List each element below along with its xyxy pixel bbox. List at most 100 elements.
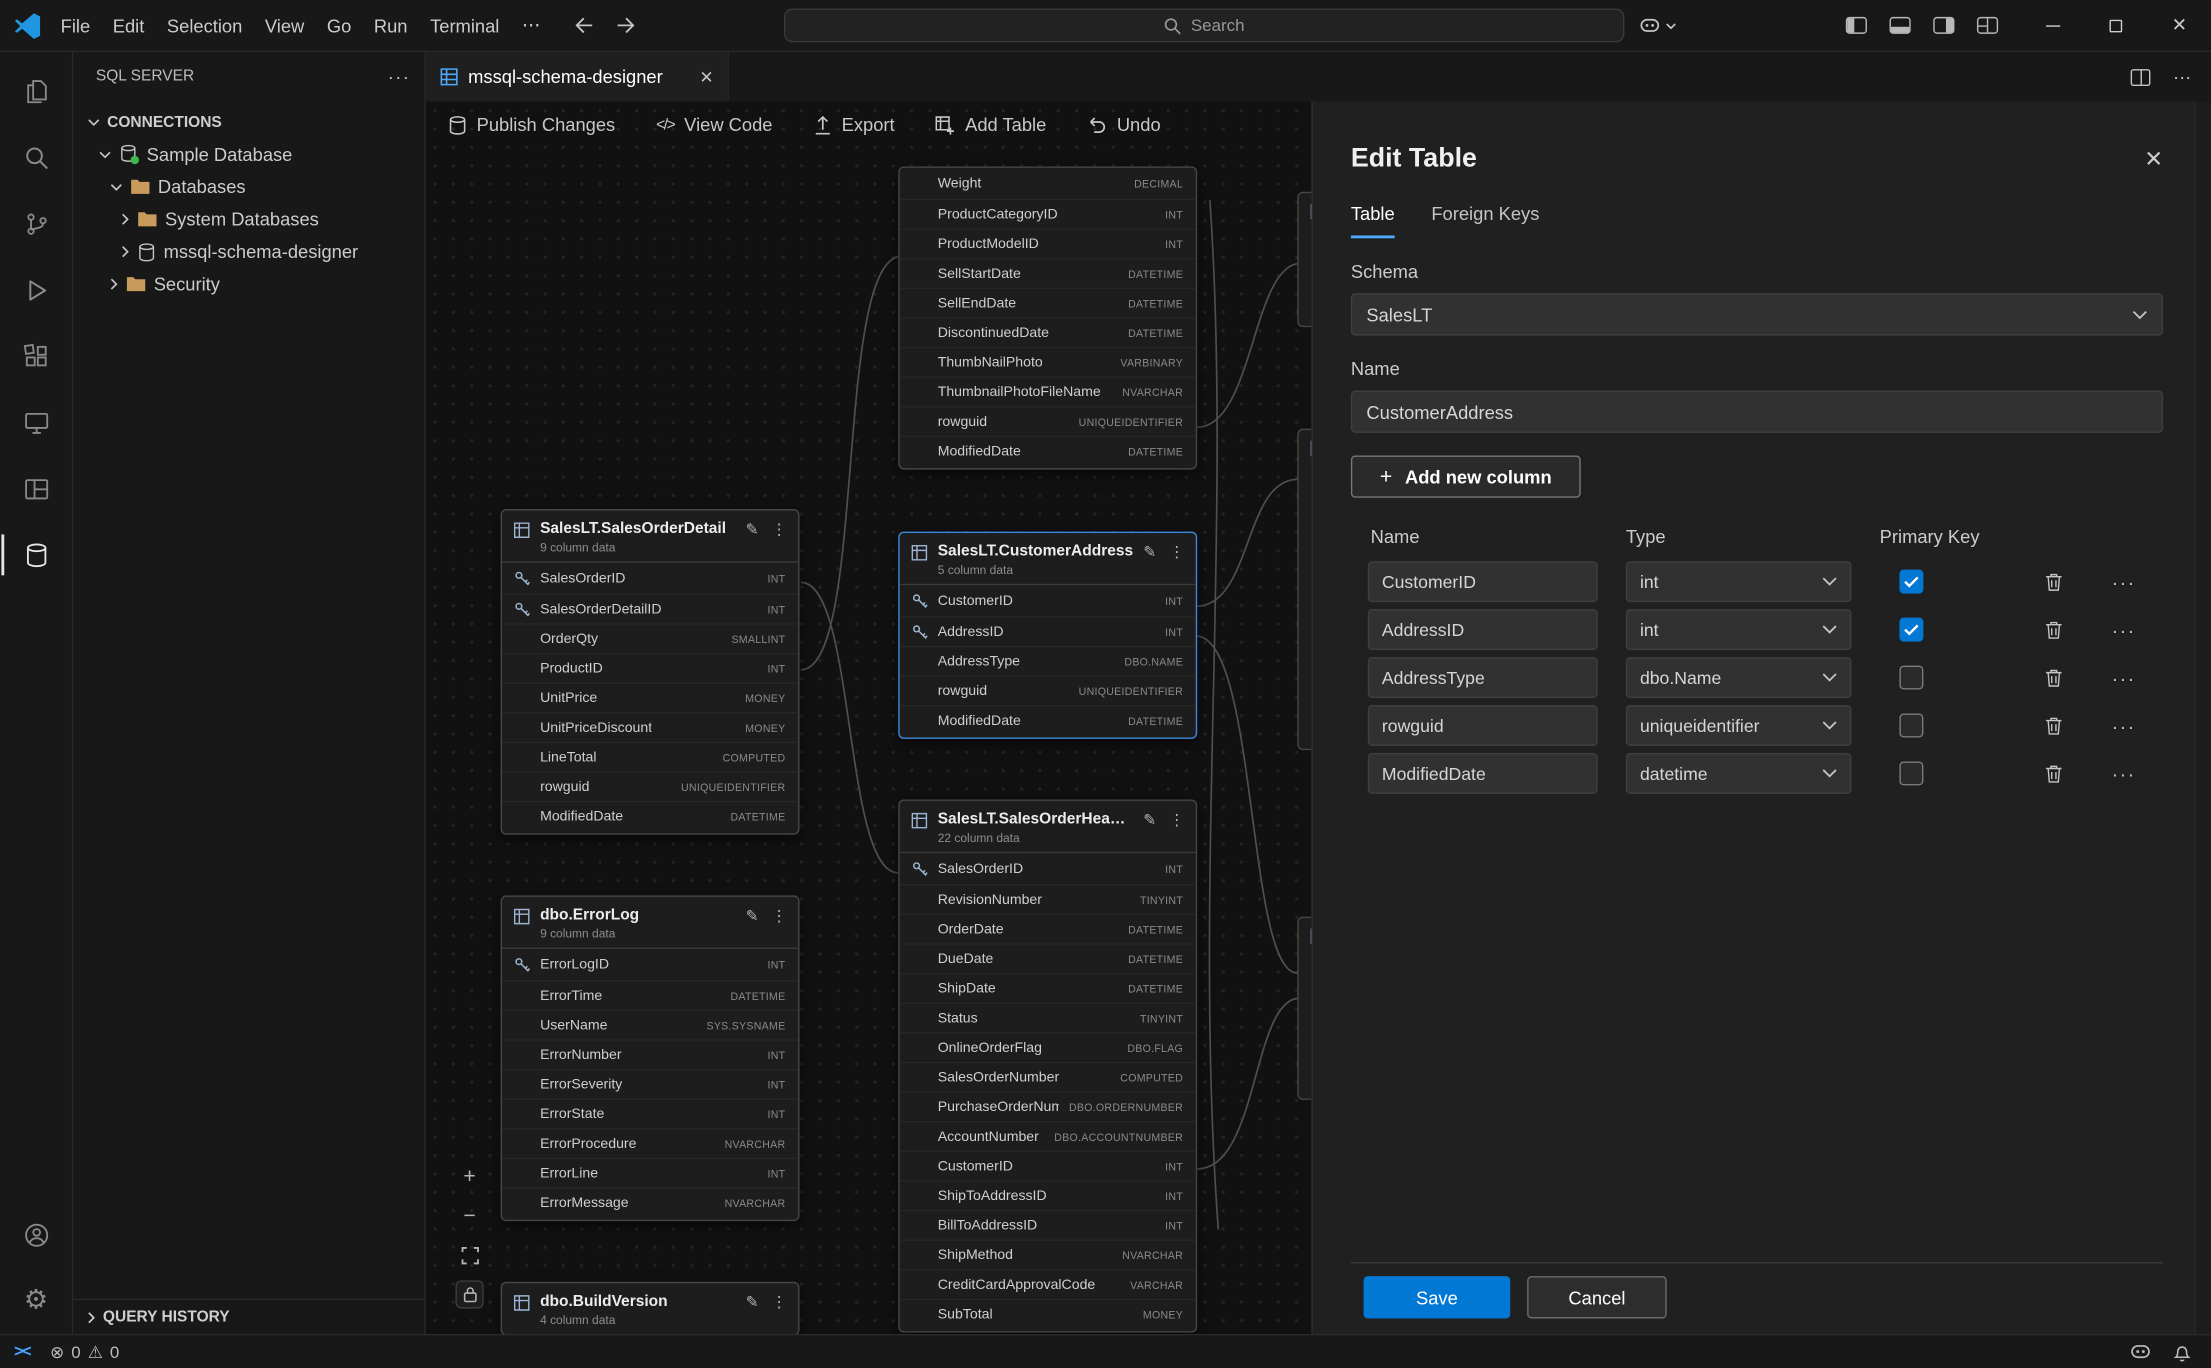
menu-more[interactable]: ⋯ — [511, 10, 552, 41]
zoom-out-button[interactable]: − — [455, 1201, 483, 1229]
edit-table-pencil-icon[interactable]: ✎ — [1143, 546, 1156, 562]
schema-designer-canvas[interactable]: Publish Changes </> View Code Export — [426, 102, 1312, 1334]
lock-button[interactable] — [455, 1280, 483, 1308]
menu-run[interactable]: Run — [363, 11, 419, 41]
view-code-button[interactable]: </> View Code — [656, 114, 772, 135]
menu-view[interactable]: View — [254, 11, 316, 41]
delete-column-trash-icon[interactable] — [2032, 716, 2074, 736]
cancel-button[interactable]: Cancel — [1527, 1276, 1667, 1318]
column-name-input[interactable]: rowguid — [1368, 705, 1598, 746]
primary-key-checkbox[interactable] — [1899, 714, 1923, 738]
primary-key-checkbox[interactable] — [1899, 666, 1923, 690]
toggle-panel-icon[interactable] — [1890, 17, 1911, 34]
column-name-input[interactable]: AddressID — [1368, 609, 1598, 650]
column-more-icon[interactable]: ··· — [2102, 714, 2144, 737]
column-name-input[interactable]: CustomerID — [1368, 561, 1598, 602]
sidebar-more-icon[interactable]: ··· — [388, 66, 411, 87]
column-name-input[interactable]: AddressType — [1368, 657, 1598, 698]
table-node[interactable]: SalesLT.SalesOrderHeader 22 column data … — [898, 800, 1197, 1333]
copilot-menu[interactable] — [1638, 16, 1676, 36]
partial-table-node[interactable] — [1297, 429, 1311, 751]
edit-table-pencil-icon[interactable]: ✎ — [746, 1296, 759, 1312]
column-type-select[interactable]: dbo.Name — [1626, 657, 1852, 698]
column-type-select[interactable]: datetime — [1626, 753, 1852, 794]
add-new-column-button[interactable]: + Add new column — [1351, 455, 1581, 497]
delete-column-trash-icon[interactable] — [2032, 572, 2074, 592]
column-more-icon[interactable]: ··· — [2102, 570, 2144, 593]
forward-arrow-icon[interactable] — [616, 17, 636, 34]
column-more-icon[interactable]: ··· — [2102, 762, 2144, 785]
zoom-in-button[interactable]: + — [455, 1162, 483, 1190]
run-debug-icon[interactable] — [1, 257, 72, 323]
primary-key-checkbox[interactable] — [1899, 618, 1923, 642]
delete-column-trash-icon[interactable] — [2032, 620, 2074, 640]
table-node[interactable]: SalesLT.SalesOrderDetail 9 column data ✎… — [501, 509, 800, 835]
schema-select[interactable]: SalesLT — [1351, 293, 2163, 335]
edit-table-pencil-icon[interactable]: ✎ — [1143, 814, 1156, 830]
column-type-select[interactable]: uniqueidentifier — [1626, 705, 1852, 746]
table-menu-kebab-icon[interactable]: ⋮ — [771, 910, 787, 926]
tab-table[interactable]: Table — [1351, 203, 1395, 238]
tab-close-icon[interactable]: ✕ — [699, 67, 713, 87]
copilot-status-icon[interactable] — [2129, 1342, 2152, 1360]
close-button[interactable]: ✕ — [2148, 0, 2211, 51]
tree-section-connections[interactable]: CONNECTIONS — [73, 106, 424, 138]
extensions-icon[interactable] — [1, 323, 72, 389]
remote-explorer-icon[interactable] — [1, 389, 72, 455]
tab-mssql-schema-designer[interactable]: mssql-schema-designer ✕ — [426, 52, 729, 101]
partial-table-node[interactable] — [1297, 192, 1311, 327]
table-node[interactable]: dbo.ErrorLog 9 column data ✎ ⋮ ErrorLogI… — [501, 895, 800, 1221]
maximize-button[interactable] — [2084, 0, 2147, 51]
column-more-icon[interactable]: ··· — [2102, 666, 2144, 689]
delete-column-trash-icon[interactable] — [2032, 764, 2074, 784]
panel-close-icon[interactable]: ✕ — [2144, 145, 2163, 173]
search-input[interactable]: Search — [783, 8, 1623, 42]
menu-file[interactable]: File — [49, 11, 101, 41]
edit-table-pencil-icon[interactable]: ✎ — [746, 523, 759, 539]
table-menu-kebab-icon[interactable]: ⋮ — [1169, 546, 1185, 562]
minimize-button[interactable] — [2021, 0, 2084, 51]
notifications-bell-icon[interactable] — [2173, 1342, 2191, 1362]
query-history-section[interactable]: QUERY HISTORY — [73, 1299, 424, 1334]
column-name-input[interactable]: ModifiedDate — [1368, 753, 1598, 794]
panel-layout-icon[interactable] — [1, 455, 72, 521]
sql-server-icon[interactable] — [1, 522, 72, 588]
customize-layout-icon[interactable] — [1977, 17, 1998, 34]
problems-indicator[interactable]: ⊗ 0 ⚠ 0 — [50, 1342, 119, 1362]
menu-terminal[interactable]: Terminal — [419, 11, 511, 41]
editor-more-actions-icon[interactable]: ··· — [2173, 66, 2191, 87]
toggle-secondary-sidebar-icon[interactable] — [1933, 17, 1954, 34]
add-table-button[interactable]: Add Table — [935, 114, 1046, 135]
fit-view-button[interactable] — [455, 1241, 483, 1269]
column-type-select[interactable]: int — [1626, 609, 1852, 650]
partial-table-node[interactable] — [1297, 917, 1311, 1100]
menu-selection[interactable]: Selection — [156, 11, 254, 41]
search-icon[interactable] — [1, 124, 72, 190]
tree-item-system-databases[interactable]: System Databases — [73, 203, 424, 235]
source-control-icon[interactable] — [1, 190, 72, 256]
menu-edit[interactable]: Edit — [101, 11, 155, 41]
table-name-input[interactable]: CustomerAddress — [1351, 391, 2163, 433]
toggle-primary-sidebar-icon[interactable] — [1846, 17, 1867, 34]
export-button[interactable]: Export — [813, 114, 894, 135]
tab-foreign-keys[interactable]: Foreign Keys — [1431, 203, 1539, 238]
primary-key-checkbox[interactable] — [1899, 570, 1923, 594]
table-node[interactable]: SalesLT.CustomerAddress 5 column data ✎ … — [898, 532, 1197, 739]
tree-item-security[interactable]: Security — [73, 268, 424, 300]
tree-item-sample-database[interactable]: Sample Database — [73, 138, 424, 170]
table-node[interactable]: dbo.BuildVersion 4 column data ✎ ⋮ — [501, 1282, 800, 1334]
primary-key-checkbox[interactable] — [1899, 761, 1923, 785]
menu-go[interactable]: Go — [316, 11, 363, 41]
remote-indicator[interactable]: >< — [0, 1335, 44, 1367]
vertical-scrollbar[interactable] — [2194, 102, 2211, 1334]
edit-table-pencil-icon[interactable]: ✎ — [746, 910, 759, 926]
tree-item-mssql-schema-designer[interactable]: mssql-schema-designer — [73, 235, 424, 267]
table-menu-kebab-icon[interactable]: ⋮ — [1169, 814, 1185, 830]
account-icon[interactable] — [1, 1201, 72, 1267]
explorer-icon[interactable] — [1, 58, 72, 124]
column-type-select[interactable]: int — [1626, 561, 1852, 602]
table-menu-kebab-icon[interactable]: ⋮ — [771, 1296, 787, 1312]
undo-button[interactable]: Undo — [1087, 114, 1160, 135]
table-node[interactable]: Weight DECIMAL ProductCategoryID INT Pro… — [898, 166, 1197, 469]
publish-changes-button[interactable]: Publish Changes — [448, 114, 615, 135]
